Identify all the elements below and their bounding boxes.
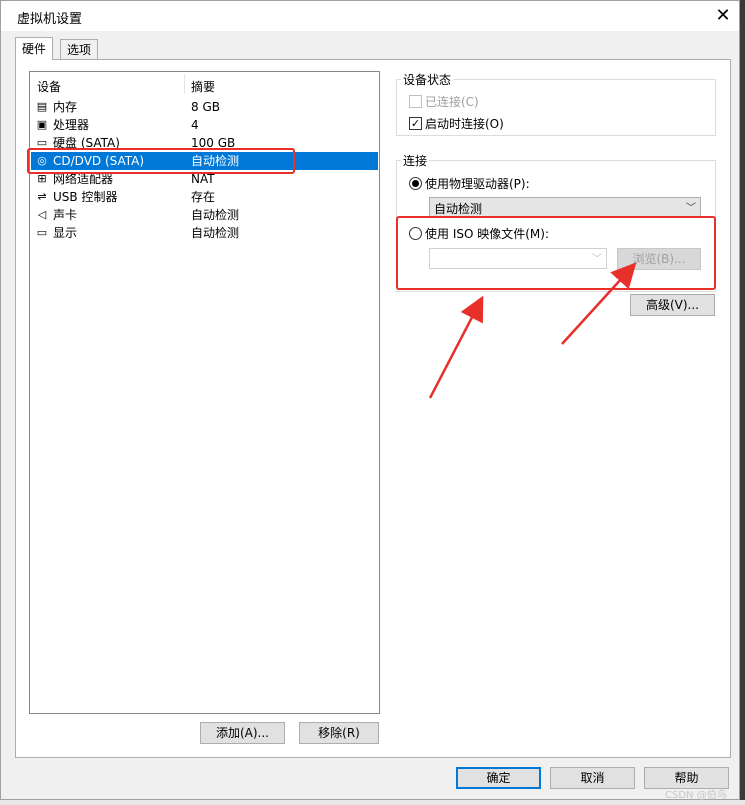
device-row[interactable]: ⊞ 网络适配器 NAT xyxy=(31,170,378,188)
device-row[interactable]: ▭ 显示 自动检测 xyxy=(31,224,378,242)
physical-drive-label: 使用物理驱动器(P): xyxy=(425,177,530,191)
window-title: 虚拟机设置 xyxy=(17,12,83,27)
checkmark-icon: ✓ xyxy=(410,117,421,130)
device-name: 处理器 xyxy=(53,118,90,132)
display-icon: ▭ xyxy=(36,226,48,239)
device-row[interactable]: ▤ 内存 8 GB xyxy=(31,98,378,116)
device-name: CD/DVD (SATA) xyxy=(53,154,145,168)
device-row[interactable]: ◎ CD/DVD (SATA) 自动检测 xyxy=(31,152,378,170)
physical-drive-radio[interactable] xyxy=(409,177,422,190)
memory-icon: ▤ xyxy=(36,100,48,113)
device-name: 声卡 xyxy=(53,208,78,222)
tab-hardware[interactable]: 硬件 xyxy=(15,37,54,60)
watermark: CSDN @伯鸟 xyxy=(665,790,727,801)
device-name: 内存 xyxy=(53,100,78,114)
device-row[interactable]: ▭ 硬盘 (SATA) 100 GB xyxy=(31,134,378,152)
network-adapter-icon: ⊞ xyxy=(37,172,47,185)
device-name: 网络适配器 xyxy=(53,172,114,186)
sound-card-icon: ◁ xyxy=(37,208,47,221)
device-row[interactable]: ▣ 处理器 4 xyxy=(31,116,378,134)
usb-controller-icon: ⇌ xyxy=(37,190,47,203)
background-edge xyxy=(740,0,745,805)
device-row[interactable]: ◁ 声卡 自动检测 xyxy=(31,206,378,224)
device-status-title: 设备状态 xyxy=(401,71,454,88)
device-summary: 8 GB xyxy=(191,100,220,114)
device-name: USB 控制器 xyxy=(53,190,118,204)
advanced-button[interactable]: 高级(V)... xyxy=(630,294,715,316)
cd-dvd-icon: ◎ xyxy=(37,154,47,167)
connect-at-power-on-label: 启动时连接(O) xyxy=(425,117,504,131)
device-name: 硬盘 (SATA) xyxy=(53,136,120,150)
physical-drive-dropdown[interactable]: 自动检测 ﹀ xyxy=(429,197,701,218)
cancel-button[interactable]: 取消 xyxy=(550,767,635,789)
device-summary: 4 xyxy=(191,118,199,132)
connected-label: 已连接(C) xyxy=(425,95,479,109)
connection-title: 连接 xyxy=(401,152,430,169)
physical-drive-value: 自动检测 xyxy=(434,202,483,216)
remove-button[interactable]: 移除(R) xyxy=(299,722,379,744)
iso-path-dropdown[interactable]: ﹀ xyxy=(429,248,607,269)
connected-checkbox[interactable] xyxy=(409,95,422,108)
device-summary: 自动检测 xyxy=(191,226,240,240)
chevron-down-icon: ﹀ xyxy=(592,254,602,265)
title-bar: 虚拟机设置 ✕ xyxy=(1,1,739,31)
ok-button[interactable]: 确定 xyxy=(456,767,541,789)
processor-icon: ▣ xyxy=(36,118,48,131)
device-row[interactable]: ⇌ USB 控制器 存在 xyxy=(31,188,378,206)
device-summary: 自动检测 xyxy=(191,208,240,222)
device-name: 显示 xyxy=(53,226,78,240)
iso-image-label: 使用 ISO 映像文件(M): xyxy=(425,227,549,241)
chevron-down-icon: ﹀ xyxy=(686,203,696,214)
tab-options[interactable]: 选项 xyxy=(60,39,99,59)
add-button[interactable]: 添加(A)... xyxy=(200,722,285,744)
device-summary: 存在 xyxy=(191,190,216,204)
column-divider[interactable] xyxy=(184,74,185,94)
browse-button[interactable]: 浏览(B)... xyxy=(617,248,701,270)
connect-at-power-on-checkbox[interactable]: ✓ xyxy=(409,117,422,130)
background-edge-bottom xyxy=(0,800,745,805)
iso-image-radio[interactable] xyxy=(409,227,422,240)
device-summary: NAT xyxy=(191,172,215,186)
hard-disk-icon: ▭ xyxy=(36,136,48,149)
column-header-summary[interactable]: 摘要 xyxy=(191,78,215,95)
device-summary: 自动检测 xyxy=(191,154,240,168)
close-icon[interactable]: ✕ xyxy=(709,2,737,30)
column-header-device[interactable]: 设备 xyxy=(37,78,61,95)
device-summary: 100 GB xyxy=(191,136,236,150)
